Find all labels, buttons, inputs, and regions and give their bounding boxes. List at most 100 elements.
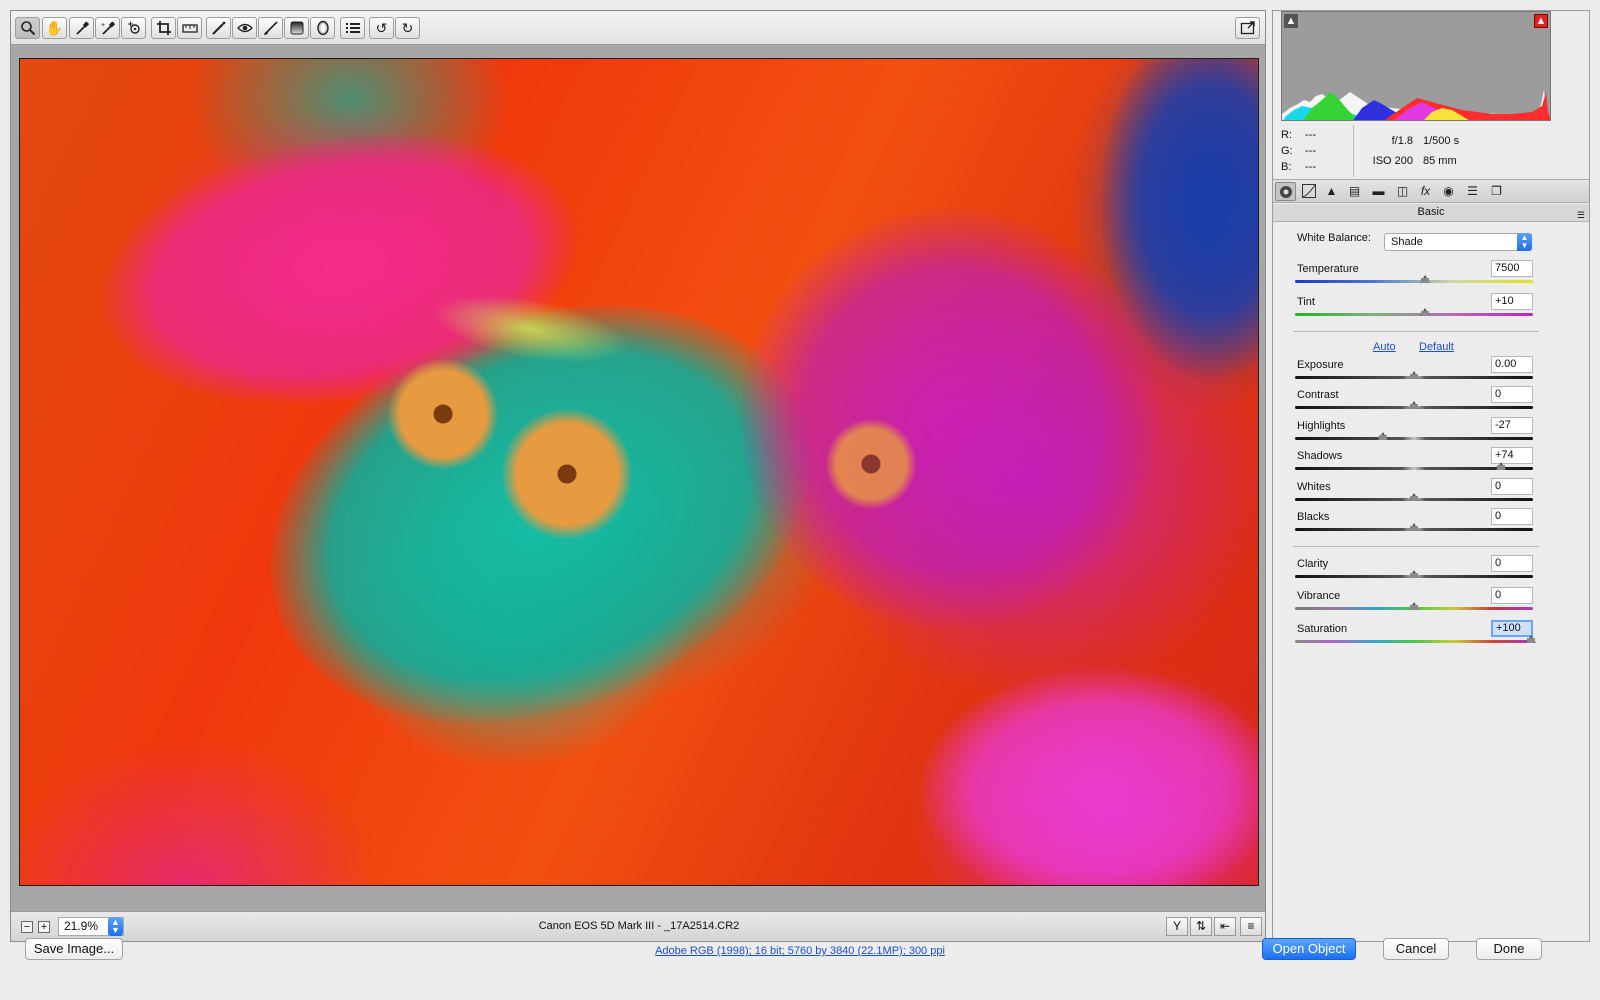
g-value: --- [1305,145,1316,157]
snapshots-tab-icon[interactable]: ❐ [1486,182,1507,201]
camera-calibration-tab-icon[interactable]: ◉ [1438,182,1459,201]
auto-link[interactable]: Auto [1373,341,1396,353]
rgb-readout: R: --- G: --- B: --- [1281,127,1345,175]
shutter-value: 1/500 s [1423,135,1460,147]
exposure-label: Exposure [1297,359,1344,371]
hand-tool-icon[interactable]: ✋ [42,17,67,39]
highlights-thumb[interactable] [1378,432,1388,440]
contrast-field[interactable]: 0 [1491,386,1533,403]
saturation-track[interactable] [1295,640,1533,643]
highlights-track[interactable] [1295,437,1533,440]
copy-settings-icon[interactable]: ⇤ [1214,917,1236,936]
lens-corrections-tab-icon[interactable]: ◫ [1392,182,1413,201]
saturation-slider[interactable]: Saturation +100 [1295,620,1536,653]
svg-text:+: + [101,22,105,29]
contrast-thumb[interactable] [1409,401,1419,409]
tint-field[interactable]: +10 [1491,293,1533,310]
highlights-slider[interactable]: Highlights -27 [1295,417,1535,450]
open-object-button[interactable]: Open Object [1262,938,1356,960]
pink-shoe-bottom-right [920,669,1258,885]
vibrance-slider[interactable]: Vibrance 0 [1295,587,1535,620]
tint-track[interactable] [1295,313,1533,316]
hsl-tab-icon[interactable]: ▤ [1344,182,1365,201]
crop-tool-icon[interactable] [151,17,176,39]
panel-menu-icon[interactable]: ☰ [1577,207,1585,224]
preferences-tool-icon[interactable] [340,17,365,39]
exposure-thumb[interactable] [1409,371,1419,379]
preview-status-bar: − + 21.9% ▲ ▼ Canon EOS 5D Mark III - _17… [11,911,1265,941]
straighten-tool-icon[interactable] [177,17,202,39]
histogram-graph [1282,90,1550,120]
white-balance-tool-icon[interactable] [69,17,94,39]
temperature-field[interactable]: 7500 [1491,260,1533,277]
color-sampler-tool-icon[interactable]: + [95,17,120,39]
adjustments-panel: ▲ ▲ R: --- G: --- B: --- f/1.8 1/500 s ISO 2… [1272,10,1590,942]
rotate-left-icon[interactable]: ↺ [369,17,394,39]
shadow-clipping-warning-icon[interactable]: ▲ [1284,14,1298,28]
whites-thumb[interactable] [1409,493,1419,501]
r-label: R: [1281,129,1292,141]
blacks-thumb[interactable] [1409,523,1419,531]
tint-slider[interactable]: Tint +10 [1295,293,1535,326]
tone-curve-tab-icon[interactable] [1298,182,1319,201]
split-toning-tab-icon[interactable]: ▬ [1368,182,1389,201]
swap-settings-icon[interactable]: ⇅ [1190,917,1212,936]
saturation-thumb[interactable] [1526,635,1536,643]
camera-and-filename: Canon EOS 5D Mark III - _17A2514.CR2 [538,920,740,932]
blacks-slider[interactable]: Blacks 0 [1295,508,1535,541]
presets-tab-icon[interactable]: ☰ [1462,182,1483,201]
temperature-track[interactable] [1295,280,1533,283]
spot-removal-tool-icon[interactable] [206,17,231,39]
section-divider [1293,331,1539,332]
detail-tab-icon[interactable]: ▲ [1321,182,1342,201]
blacks-label: Blacks [1297,511,1330,523]
red-eye-tool-icon[interactable] [232,17,257,39]
effects-tab-icon[interactable]: fx [1415,182,1436,201]
whites-slider[interactable]: Whites 0 [1295,478,1535,511]
temperature-label: Temperature [1297,263,1359,275]
temperature-slider[interactable]: Temperature 7500 [1295,260,1535,293]
tint-thumb[interactable] [1420,308,1430,316]
white-balance-label: White Balance: [1297,232,1371,244]
exposure-slider[interactable]: Exposure 0.00 [1295,356,1535,389]
white-balance-value: Shade [1391,236,1423,248]
image-preview-pane: ✋ + ↺ ↻ − + 21.9% ▲ ▼ Canon EOS 5D Mark … [10,10,1266,942]
clarity-slider[interactable]: Clarity 0 [1295,555,1535,588]
fullscreen-toggle-icon[interactable] [1235,17,1260,39]
done-button[interactable]: Done [1476,938,1542,960]
exif-info: f/1.8 1/500 s ISO 200 85 mm [1369,131,1569,171]
shadows-thumb[interactable] [1496,462,1506,470]
contrast-slider[interactable]: Contrast 0 [1295,386,1535,419]
aperture-value: f/1.8 [1391,135,1413,147]
exposure-field[interactable]: 0.00 [1491,356,1533,373]
basic-panel-tab-icon[interactable] [1275,182,1296,201]
whites-field[interactable]: 0 [1491,478,1533,495]
workflow-options-link[interactable]: Adobe RGB (1998); 16 bit; 5760 by 3840 (… [0,945,1600,957]
clarity-thumb[interactable] [1409,570,1419,578]
shadows-slider[interactable]: Shadows +74 [1295,447,1535,480]
adjustment-brush-tool-icon[interactable] [258,17,283,39]
blacks-field[interactable]: 0 [1491,508,1533,525]
cancel-button[interactable]: Cancel [1383,938,1449,960]
temperature-thumb[interactable] [1420,275,1430,283]
clarity-field[interactable]: 0 [1491,555,1533,572]
shadows-label: Shadows [1297,450,1343,462]
highlight-clipping-warning-icon[interactable]: ▲ [1534,14,1548,28]
section-divider [1293,546,1539,547]
radial-filter-tool-icon[interactable] [310,17,335,39]
raw-photo-preview[interactable] [19,58,1259,886]
vibrance-thumb[interactable] [1409,602,1419,610]
flower-decoration-blurred [826,419,916,509]
targeted-adjustment-tool-icon[interactable] [121,17,146,39]
readout-divider [1353,125,1354,177]
default-link[interactable]: Default [1419,341,1454,353]
before-after-view-icon[interactable]: Y [1166,917,1188,936]
white-balance-select[interactable]: Shade ▲ ▼ [1384,233,1532,251]
highlights-field[interactable]: -27 [1491,417,1533,434]
vibrance-field[interactable]: 0 [1491,587,1533,604]
whites-label: Whites [1297,481,1331,493]
rotate-right-icon[interactable]: ↻ [395,17,420,39]
zoom-tool-icon[interactable] [15,17,40,39]
graduated-filter-tool-icon[interactable] [284,17,309,39]
toggle-settings-icon[interactable]: ≡ [1240,917,1262,936]
